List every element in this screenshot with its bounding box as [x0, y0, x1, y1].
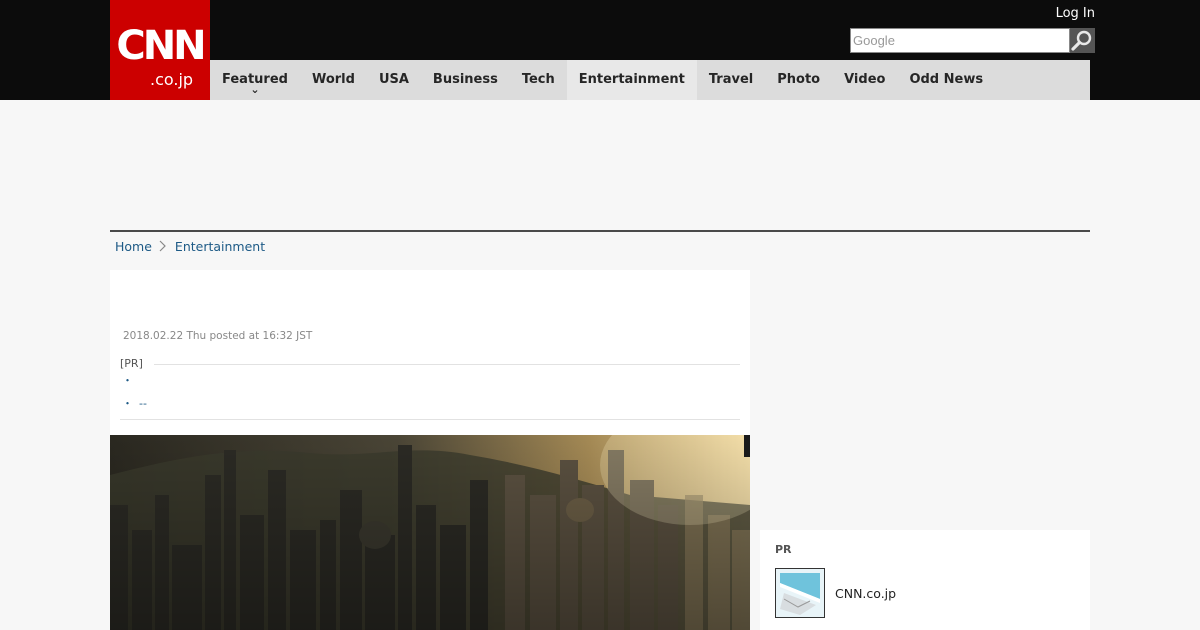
login-link[interactable]: Log In: [1030, 5, 1095, 23]
nav-item-usa[interactable]: USA: [367, 60, 421, 100]
chevron-down-icon: ⌄: [250, 83, 260, 96]
pr-header: [PR]: [120, 356, 740, 372]
divider: [154, 364, 740, 365]
search-button[interactable]: [1070, 28, 1095, 53]
pr-label: [PR]: [120, 357, 143, 370]
nav-item-odd-news[interactable]: Odd News: [897, 60, 995, 100]
nav-item-video[interactable]: Video: [832, 60, 897, 100]
pr-item-link[interactable]: CNN.co.jp: [835, 586, 896, 602]
sidebar-pr-title: PR: [775, 543, 792, 556]
nav-item-photo[interactable]: Photo: [765, 60, 832, 100]
breadcrumb-current[interactable]: Entertainment: [175, 239, 265, 254]
divider: [120, 419, 740, 420]
image-credit-badge: [744, 435, 750, 457]
pr-thumbnail[interactable]: [775, 568, 825, 618]
logo-wordmark: CNN: [116, 23, 206, 69]
bullet: ・: [122, 374, 133, 387]
divider: [110, 230, 1090, 232]
pr-link[interactable]: --: [139, 397, 147, 410]
sidebar-pr-card: PR CNN.co.jp: [760, 530, 1090, 630]
article-card: 2018.02.22 Thu posted at 16:32 JST [PR] …: [110, 270, 750, 630]
breadcrumb: Home Entertainment: [115, 237, 265, 255]
nav-item-world[interactable]: World: [300, 60, 367, 100]
chevron-right-icon: [158, 240, 168, 252]
site-header: CNN .co.jp Log In Google Featured ⌄ Worl…: [0, 0, 1200, 100]
logo-domain: .co.jp: [150, 70, 194, 89]
nav-item-entertainment[interactable]: Entertainment: [566, 60, 697, 100]
main-nav: Featured ⌄ World USA Business Tech Enter…: [210, 60, 1090, 100]
nav-item-travel[interactable]: Travel: [697, 60, 765, 100]
search-input[interactable]: Google: [850, 28, 1070, 53]
pr-list-item: ・: [122, 374, 133, 388]
pr-list-item: ・ --: [122, 397, 147, 411]
bullet: ・: [122, 397, 133, 410]
nav-item-tech[interactable]: Tech: [510, 60, 567, 100]
article-image: [110, 435, 750, 630]
nav-item-featured[interactable]: Featured ⌄: [210, 60, 300, 100]
article-timestamp: 2018.02.22 Thu posted at 16:32 JST: [123, 330, 313, 342]
cnn-logo[interactable]: CNN .co.jp: [110, 0, 210, 100]
breadcrumb-home[interactable]: Home: [115, 239, 152, 254]
nav-item-business[interactable]: Business: [421, 60, 510, 100]
search-icon: [1071, 30, 1092, 51]
